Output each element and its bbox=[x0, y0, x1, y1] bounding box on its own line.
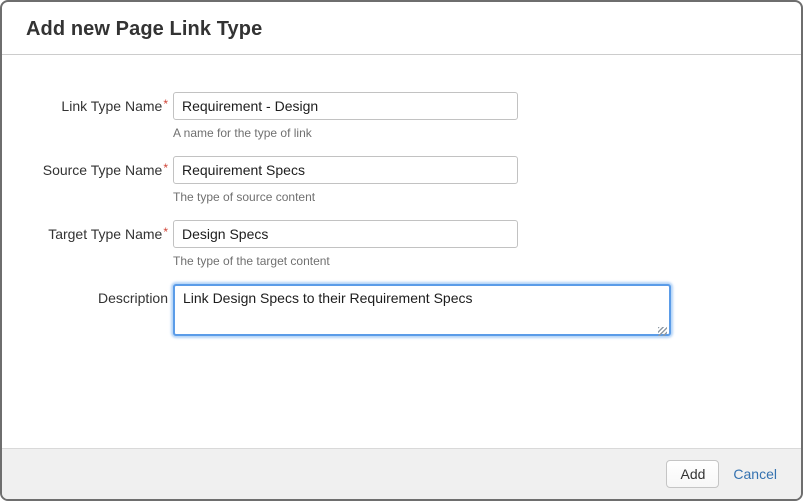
source-type-name-help: The type of source content bbox=[173, 190, 518, 204]
form-row-link-type-name: Link Type Name* A name for the type of l… bbox=[26, 92, 777, 140]
source-type-name-input[interactable] bbox=[173, 156, 518, 184]
cancel-link[interactable]: Cancel bbox=[733, 466, 777, 482]
target-type-name-label-text: Target Type Name bbox=[48, 226, 162, 242]
link-type-name-label-text: Link Type Name bbox=[61, 98, 162, 114]
form-row-target-type-name: Target Type Name* The type of the target… bbox=[26, 220, 777, 268]
dialog-footer: Add Cancel bbox=[2, 448, 801, 499]
source-type-name-label: Source Type Name* bbox=[26, 156, 168, 178]
description-textarea-wrap: Link Design Specs to their Requirement S… bbox=[173, 284, 671, 341]
description-label: Description bbox=[26, 284, 168, 306]
required-asterisk: * bbox=[163, 97, 168, 111]
add-button[interactable]: Add bbox=[666, 460, 719, 488]
description-textarea[interactable]: Link Design Specs to their Requirement S… bbox=[173, 284, 671, 336]
description-field-col: Link Design Specs to their Requirement S… bbox=[173, 284, 671, 341]
target-type-name-label: Target Type Name* bbox=[26, 220, 168, 242]
source-type-name-label-text: Source Type Name bbox=[43, 162, 163, 178]
source-type-name-field-col: The type of source content bbox=[173, 156, 518, 204]
dialog-title: Add new Page Link Type bbox=[26, 18, 777, 41]
required-asterisk: * bbox=[163, 225, 168, 239]
target-type-name-field-col: The type of the target content bbox=[173, 220, 518, 268]
required-asterisk: * bbox=[163, 161, 168, 175]
target-type-name-help: The type of the target content bbox=[173, 254, 518, 268]
target-type-name-input[interactable] bbox=[173, 220, 518, 248]
link-type-name-field-col: A name for the type of link bbox=[173, 92, 518, 140]
link-type-name-input[interactable] bbox=[173, 92, 518, 120]
dialog-header: Add new Page Link Type bbox=[2, 2, 801, 55]
dialog-form: Link Type Name* A name for the type of l… bbox=[2, 55, 801, 448]
add-page-link-type-dialog: Add new Page Link Type Link Type Name* A… bbox=[0, 0, 803, 501]
link-type-name-label: Link Type Name* bbox=[26, 92, 168, 114]
description-label-text: Description bbox=[98, 290, 168, 306]
form-row-description: Description Link Design Specs to their R… bbox=[26, 284, 777, 341]
form-row-source-type-name: Source Type Name* The type of source con… bbox=[26, 156, 777, 204]
link-type-name-help: A name for the type of link bbox=[173, 126, 518, 140]
